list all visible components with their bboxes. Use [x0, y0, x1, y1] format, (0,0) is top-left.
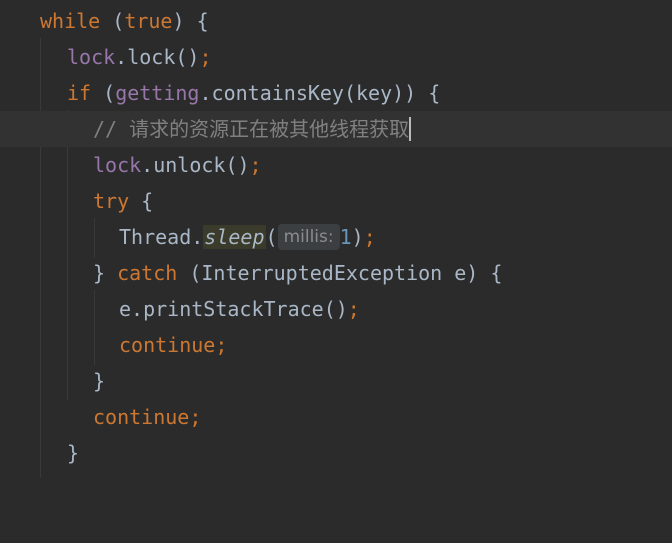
- method-sleep: sleep: [203, 225, 266, 249]
- code-editor[interactable]: while (true) { lock.lock(); if (getting.…: [0, 0, 672, 481]
- code-text: (InterruptedException e) {: [177, 261, 503, 285]
- semicolon: ;: [363, 225, 376, 249]
- semicolon: ;: [249, 153, 262, 177]
- code-comment: // 请求的资源正在被其他线程获取: [93, 117, 410, 141]
- semicolon: ;: [189, 405, 202, 429]
- code-punct: ) {: [172, 9, 209, 33]
- code-line[interactable]: if (getting.containsKey(key)) {: [0, 75, 672, 111]
- code-text: e.printStackTrace(): [119, 297, 348, 321]
- keyword-while: while: [40, 9, 101, 33]
- code-line-current[interactable]: // 请求的资源正在被其他线程获取: [0, 111, 672, 147]
- code-line[interactable]: }: [0, 363, 672, 399]
- field-getting: getting: [115, 81, 200, 105]
- keyword-true: true: [124, 9, 173, 33]
- keyword-continue: continue: [119, 333, 216, 357]
- code-punct: (: [265, 225, 278, 249]
- code-line[interactable]: e.printStackTrace();: [0, 291, 672, 327]
- code-line[interactable]: try {: [0, 183, 672, 219]
- code-punct: ): [351, 225, 364, 249]
- keyword-try: try: [93, 189, 130, 213]
- code-line[interactable]: lock.unlock();: [0, 147, 672, 183]
- closing-brace: }: [67, 441, 80, 465]
- code-punct: (: [100, 9, 125, 33]
- code-punct: {: [129, 189, 154, 213]
- code-punct: }: [93, 261, 118, 285]
- code-text: .unlock(): [141, 153, 250, 177]
- number-literal: 1: [339, 225, 352, 249]
- code-line[interactable]: lock.lock();: [0, 39, 672, 75]
- code-line[interactable]: Thread.sleep(millis: 1);: [0, 219, 672, 255]
- semicolon: ;: [199, 45, 212, 69]
- field-lock: lock: [67, 45, 116, 69]
- code-text: .lock(): [115, 45, 200, 69]
- text-caret: [409, 117, 412, 141]
- semicolon: ;: [347, 297, 360, 321]
- closing-brace: }: [93, 369, 106, 393]
- code-line[interactable]: } catch (InterruptedException e) {: [0, 255, 672, 291]
- code-line[interactable]: while (true) {: [0, 3, 672, 39]
- keyword-catch: catch: [117, 261, 178, 285]
- code-text: .containsKey(key)) {: [199, 81, 441, 105]
- code-line[interactable]: continue;: [0, 399, 672, 435]
- field-lock: lock: [93, 153, 142, 177]
- code-punct: (: [91, 81, 116, 105]
- code-line[interactable]: continue;: [0, 327, 672, 363]
- semicolon: ;: [215, 333, 228, 357]
- keyword-if: if: [67, 81, 92, 105]
- code-text: Thread.: [119, 225, 204, 249]
- keyword-continue: continue: [93, 405, 190, 429]
- parameter-hint: millis:: [277, 224, 340, 250]
- code-line[interactable]: }: [0, 435, 672, 471]
